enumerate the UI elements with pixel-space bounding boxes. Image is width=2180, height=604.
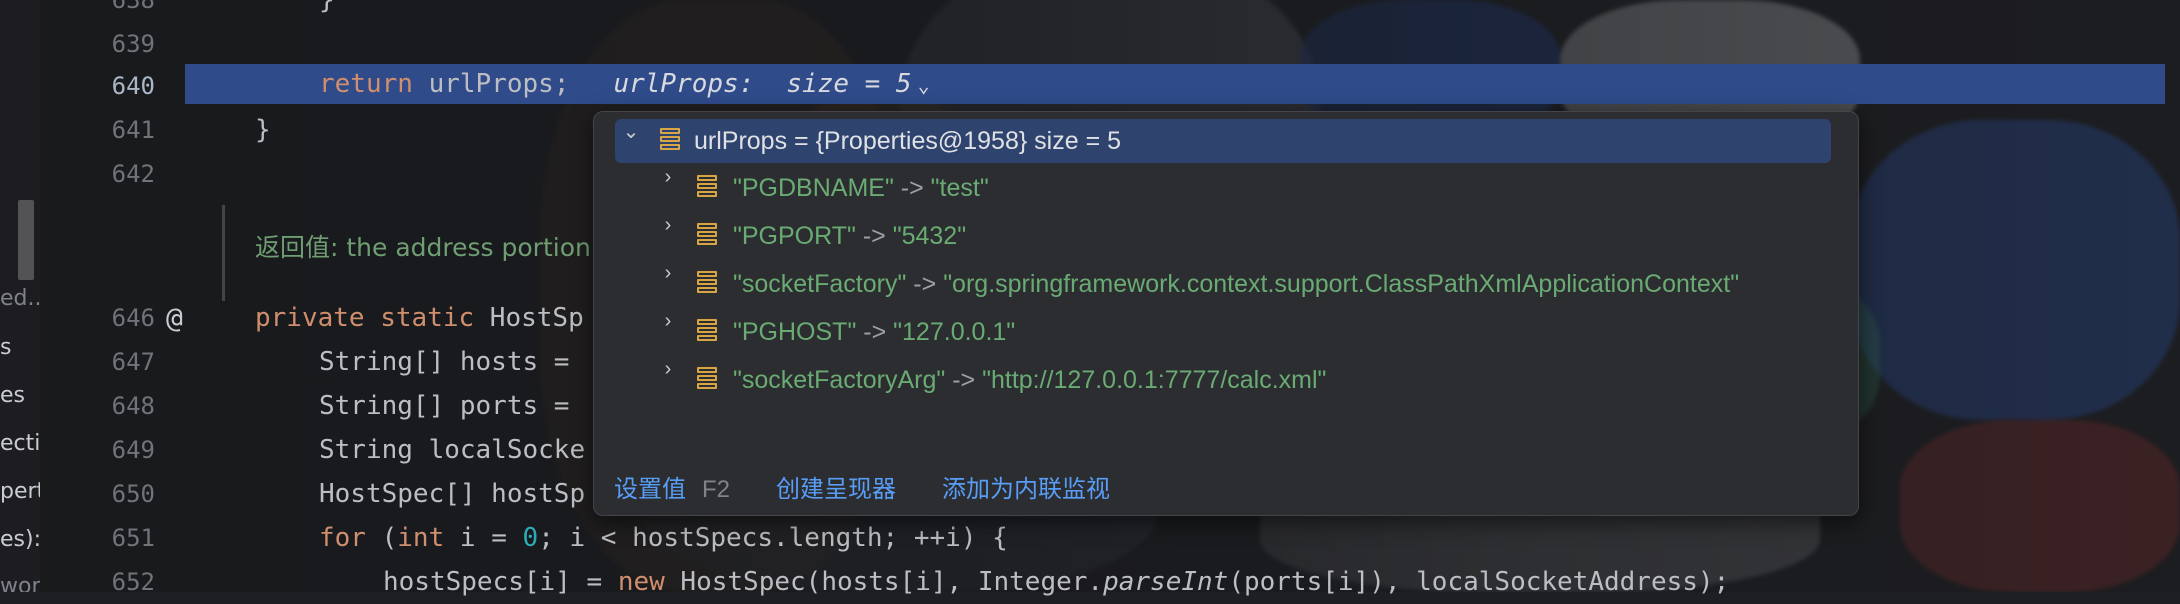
entry-arrow: -> — [906, 270, 944, 298]
line-number-current: 640 — [111, 72, 155, 100]
entry-arrow: -> — [856, 318, 894, 346]
entry-value: "http://127.0.0.1:7777/calc.xml" — [982, 366, 1327, 394]
chevron-down-icon[interactable]: ⌄ — [619, 119, 643, 163]
entry-arrow: -> — [893, 174, 931, 202]
code-text: ( — [365, 523, 398, 553]
code-line: String[] hosts = — [319, 347, 586, 377]
keyword: for — [319, 523, 366, 553]
annotation-at-icon[interactable]: @ — [166, 300, 183, 336]
field-stack-icon — [697, 367, 717, 395]
popup-footer-actions: 设置值 F2 创建呈现器 添加为内联监视 — [614, 465, 1110, 515]
set-value-shortcut: F2 — [702, 476, 731, 503]
chevron-down-icon[interactable]: ⌄ — [912, 73, 930, 97]
code-text: hostSpecs[i] = — [383, 567, 618, 597]
add-inline-watch-link[interactable]: 添加为内联监视 — [942, 476, 1110, 503]
code-line-for: for (int i = 0; i < hostSpecs.length; ++… — [319, 516, 1008, 560]
line-number: 648 — [111, 392, 155, 420]
keyword: return — [319, 69, 413, 99]
entry-key: "socketFactoryArg" — [733, 366, 946, 394]
create-renderer-link[interactable]: 创建呈现器 — [776, 476, 896, 503]
keyword: int — [397, 523, 445, 553]
project-item[interactable]: s — [0, 335, 11, 360]
tree-entry-text: "socketFactoryArg" -> "http://127.0.0.1:… — [733, 358, 1326, 402]
line-number: 649 — [111, 436, 155, 464]
entry-arrow: -> — [945, 366, 983, 394]
code-text: HostSp — [474, 303, 584, 333]
field-stack-icon — [660, 128, 680, 156]
code-line: HostSpec[] hostSp — [319, 479, 586, 509]
entry-key: "socketFactory" — [733, 270, 907, 298]
line-number: 650 — [111, 480, 155, 508]
entry-value: "127.0.0.1" — [893, 318, 1016, 346]
inline-value-hint-name[interactable]: urlProps: — [613, 69, 754, 99]
line-number: 647 — [111, 348, 155, 376]
entry-value: "test" — [930, 174, 989, 202]
entry-arrow: -> — [855, 222, 893, 250]
chevron-right-icon[interactable]: › — [656, 262, 680, 306]
line-number: 642 — [111, 160, 155, 188]
line-number: 638 — [111, 0, 155, 14]
code-line: } — [319, 0, 335, 15]
entry-key: "PGPORT" — [733, 222, 856, 250]
method-name: parseInt — [1103, 567, 1229, 597]
code-line-return: return urlProps; urlProps: size = 5 ⌄ — [319, 62, 930, 106]
entry-key: "PGHOST" — [733, 318, 857, 346]
chevron-right-icon[interactable]: › — [656, 214, 680, 258]
chevron-right-icon[interactable]: › — [656, 310, 680, 354]
tree-entry-text: "PGDBNAME" -> "test" — [733, 166, 989, 210]
code-line-method-signature: private static HostSp — [255, 296, 584, 340]
number-literal: 0 — [522, 523, 539, 553]
code-line: } — [255, 115, 271, 145]
line-number: 639 — [111, 30, 155, 58]
line-number: 646 — [111, 304, 155, 332]
debug-value-popup[interactable]: ⌄ urlProps = {Properties@1958} size = 5 … — [593, 111, 1859, 516]
line-number: 651 — [111, 524, 155, 552]
project-panel-edge: ed.. s es ecti perti es): wor — [0, 0, 40, 592]
tree-entry-text: "socketFactory" -> "org.springframework.… — [733, 262, 1739, 306]
project-item[interactable]: es — [0, 383, 25, 408]
entry-value: "5432" — [892, 222, 967, 250]
doc-comment: 返回值: the address portion — [255, 233, 591, 262]
field-stack-icon — [697, 319, 717, 347]
code-line: String[] ports = — [319, 391, 586, 421]
field-stack-icon — [697, 223, 717, 251]
code-text: urlProps; — [412, 69, 570, 99]
line-number: 641 — [111, 116, 155, 144]
inline-value-hint-size[interactable]: size = 5 — [786, 69, 911, 99]
project-item[interactable]: ecti — [0, 431, 40, 456]
entry-key: "PGDBNAME" — [733, 174, 894, 202]
tree-entry-text: "PGHOST" -> "127.0.0.1" — [733, 310, 1015, 354]
code-line: String localSocke — [319, 435, 586, 465]
code-text: HostSpec(hosts[i], Integer. — [664, 567, 1104, 597]
tree-entry-text: "PGPORT" -> "5432" — [733, 214, 966, 258]
keyword: private — [255, 303, 365, 333]
code-text: ; i < hostSpecs.length; ++i) { — [538, 523, 1008, 553]
code-text: (ports[i]), localSocketAddress); — [1228, 567, 1730, 597]
code-line: hostSpecs[i] = new HostSpec(hosts[i], In… — [383, 560, 1729, 604]
field-stack-icon — [697, 271, 717, 299]
project-item[interactable]: perti — [0, 479, 40, 504]
set-value-link[interactable]: 设置值 — [614, 476, 686, 503]
keyword: new — [617, 567, 665, 597]
code-text: i = — [444, 523, 523, 553]
tree-root-label: urlProps = {Properties@1958} size = 5 — [694, 127, 1122, 155]
line-number: 652 — [111, 568, 155, 596]
project-panel-scrollbar[interactable] — [18, 200, 34, 280]
line-number-gutter[interactable]: 638 639 640 641 642 646 647 648 649 650 … — [40, 0, 183, 596]
project-item[interactable]: es): — [0, 527, 40, 552]
doc-comment-bar — [222, 205, 225, 301]
entry-value: "org.springframework.context.support.Cla… — [943, 270, 1740, 298]
project-item[interactable]: ed.. — [0, 286, 40, 311]
field-stack-icon — [697, 175, 717, 203]
project-item[interactable]: wor — [0, 574, 40, 592]
keyword: static — [380, 303, 475, 333]
chevron-right-icon[interactable]: › — [656, 166, 680, 210]
chevron-right-icon[interactable]: › — [656, 358, 680, 402]
